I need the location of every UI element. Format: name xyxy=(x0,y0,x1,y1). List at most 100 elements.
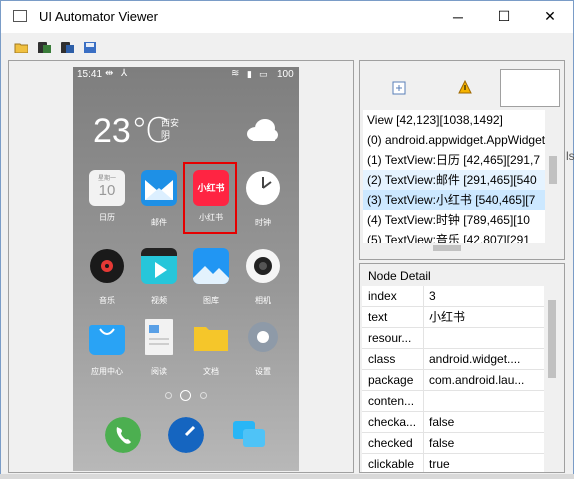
app-label: 相机 xyxy=(255,296,271,305)
app-camera[interactable]: 相机 xyxy=(238,248,288,306)
video-icon xyxy=(141,248,177,284)
tree-horizontal-scrollbar[interactable] xyxy=(363,243,545,253)
cloud-icon xyxy=(247,119,278,141)
mail-icon xyxy=(141,170,177,206)
shopping-bag-icon xyxy=(89,325,125,355)
open-folder-icon[interactable] xyxy=(14,41,28,53)
battery-icon: ▭ xyxy=(259,69,268,79)
close-button[interactable]: ✕ xyxy=(527,1,573,32)
uiautomator-window: UI Automator Viewer ─ ☐ ✕ 15:41 ⇹ ⅄ ≋ ▮ … xyxy=(0,0,574,479)
detail-row[interactable]: checked false xyxy=(362,433,544,454)
tree-vertical-scrollbar[interactable] xyxy=(545,110,561,243)
app-label: 应用中心 xyxy=(91,367,123,376)
taskbar-edge xyxy=(0,474,574,479)
minimize-button[interactable]: ─ xyxy=(435,1,481,32)
detail-row[interactable]: clickable true xyxy=(362,454,544,472)
tree-node[interactable]: (0) android.appwidget.AppWidgetHostView xyxy=(363,130,545,150)
page-dot xyxy=(165,391,173,399)
weather-location: 西安 阴 xyxy=(161,117,179,141)
app-documents[interactable]: 文档 xyxy=(186,319,236,377)
detail-row[interactable]: resour... xyxy=(362,328,544,349)
reader-icon xyxy=(145,319,173,355)
app-label: 音乐 xyxy=(99,296,115,305)
app-reader[interactable]: 阅读 xyxy=(134,319,184,377)
maximize-button[interactable]: ☐ xyxy=(481,1,527,32)
signal-icon: ▮ xyxy=(247,69,252,79)
tree-node[interactable]: (5) TextView:音乐 [42,807][291 xyxy=(363,230,545,243)
weather-condition: 阴 xyxy=(161,130,171,140)
detail-row[interactable]: text 小红书 xyxy=(362,307,544,328)
battery-level: 100 xyxy=(277,69,294,80)
weather-city: 西安 xyxy=(161,118,180,128)
app-label: 邮件 xyxy=(151,218,167,227)
clock-icon xyxy=(246,171,280,205)
app-music[interactable]: 音乐 xyxy=(82,248,132,306)
tree-node[interactable]: (1) TextView:日历 [42,465][291,7 xyxy=(363,150,545,170)
detail-row[interactable]: index 3 xyxy=(362,286,544,307)
status-bar: 15:41 ⇹ ⅄ ≋ ▮ ▭ 100 xyxy=(73,67,299,83)
app-video[interactable]: 视频 xyxy=(134,248,184,306)
device-screenshot-icon[interactable] xyxy=(37,41,51,53)
hierarchy-search-box[interactable] xyxy=(500,69,560,107)
calendar-weekday: 星期一 xyxy=(97,176,116,182)
tree-node-selected[interactable]: (3) TextView:小红书 [540,465][7 xyxy=(363,190,545,210)
app-settings[interactable]: 设置 xyxy=(238,319,288,377)
detail-vertical-scrollbar[interactable] xyxy=(544,286,560,472)
app-gallery[interactable]: 图库 xyxy=(186,248,236,306)
tree-node[interactable]: (2) TextView:邮件 [291,465][540 xyxy=(363,170,545,190)
background-window-fragment: ls xyxy=(566,149,574,163)
page-dot-active xyxy=(180,389,192,401)
calendar-day: 10 xyxy=(98,182,116,199)
gear-icon xyxy=(248,322,278,352)
tree-node[interactable]: (4) TextView:时钟 [789,465][10 xyxy=(363,210,545,230)
selected-node-highlight xyxy=(183,162,237,234)
wifi-icon: ≋ xyxy=(231,68,240,79)
scrollbar-thumb[interactable] xyxy=(433,245,461,251)
save-icon[interactable] xyxy=(83,41,97,53)
app-icon xyxy=(13,10,27,22)
browser-compass-icon[interactable] xyxy=(168,417,204,453)
app-app-center[interactable]: 应用中心 xyxy=(82,319,132,377)
messages-icon[interactable] xyxy=(231,417,267,453)
app-mail[interactable]: 邮件 xyxy=(134,170,184,228)
window-title: UI Automator Viewer xyxy=(39,9,158,24)
app-label: 设置 xyxy=(255,367,271,376)
scrollbar-thumb[interactable] xyxy=(548,300,556,378)
gallery-icon xyxy=(193,248,229,284)
tree-node[interactable]: View [42,123][1038,1492] xyxy=(363,110,545,130)
warning-icon[interactable] xyxy=(458,80,472,94)
device-screenshot-compressed-icon[interactable] xyxy=(60,41,74,53)
app-label: 视频 xyxy=(151,296,167,305)
weather-temperature: 23℃ xyxy=(93,112,170,150)
page-dot xyxy=(199,391,207,399)
node-detail-pane: Node Detail index 3 text 小红书 resour... cla… xyxy=(359,263,565,473)
title-bar: UI Automator Viewer ─ ☐ ✕ xyxy=(1,1,573,33)
node-detail-title: Node Detail xyxy=(368,269,431,283)
phone-icon[interactable] xyxy=(105,417,141,453)
detail-row[interactable]: class android.widget.... xyxy=(362,349,544,370)
app-calendar[interactable]: 星期一 10 日历 xyxy=(82,170,132,223)
calendar-icon: 星期一 10 xyxy=(89,170,125,206)
scrollbar-thumb[interactable] xyxy=(549,156,557,184)
detail-row[interactable]: checka... false xyxy=(362,412,544,433)
app-label: 阅读 xyxy=(151,367,167,376)
app-clock[interactable]: 时钟 xyxy=(238,170,288,228)
expand-all-icon[interactable] xyxy=(392,81,406,95)
app-label: 日历 xyxy=(99,213,115,222)
usb-icon: ⇹ xyxy=(105,68,114,79)
music-icon xyxy=(90,249,124,283)
app-label: 时钟 xyxy=(255,218,271,227)
app-label: 图库 xyxy=(203,296,219,305)
detail-row[interactable]: package com.android.lau... xyxy=(362,370,544,391)
page-indicator xyxy=(161,389,211,401)
toolbar xyxy=(1,33,573,59)
screenshot-pane: 15:41 ⇹ ⅄ ≋ ▮ ▭ 100 23℃ 西安 阴 星期一 10 日历 邮… xyxy=(8,60,354,473)
node-detail-table: index 3 text 小红书 resour... class android.wi… xyxy=(362,286,544,472)
device-screenshot[interactable]: 15:41 ⇹ ⅄ ≋ ▮ ▭ 100 23℃ 西安 阴 星期一 10 日历 邮… xyxy=(73,67,299,471)
network-icon: ⅄ xyxy=(121,68,128,79)
app-label: 文档 xyxy=(203,367,219,376)
hierarchy-tree[interactable]: View [42,123][1038,1492] (0) android.app… xyxy=(363,110,545,243)
folder-icon xyxy=(194,327,228,351)
detail-row[interactable]: conten... xyxy=(362,391,544,412)
status-time: 15:41 xyxy=(77,69,103,80)
